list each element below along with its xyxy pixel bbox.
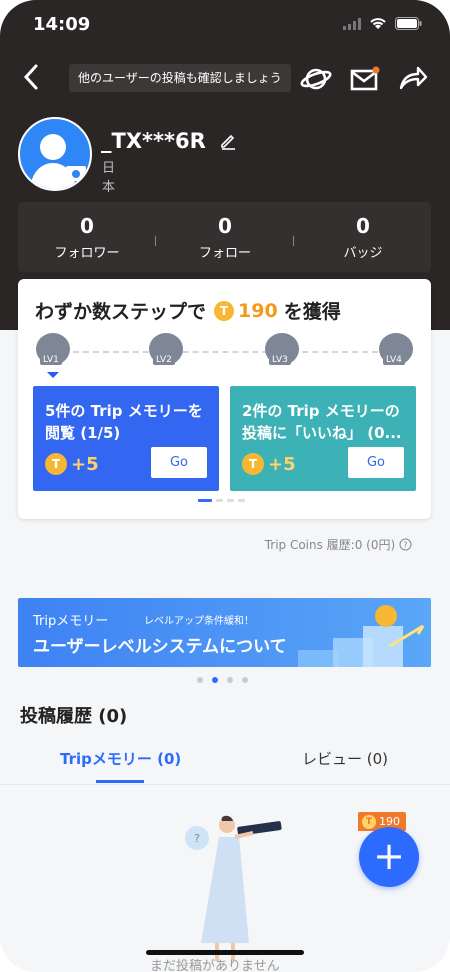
coin-icon: T (214, 300, 235, 321)
stat-following[interactable]: 0 フォロー (160, 214, 290, 261)
status-bar: 14:09 (0, 0, 450, 50)
stat-value: 0 (218, 214, 232, 238)
task-text: 2件の Trip メモリーの投稿に「いいね」 (0... (242, 402, 402, 442)
level-tag: LV2 (153, 355, 175, 365)
reward-amount: 190 (238, 299, 278, 322)
stat-label: バッジ (343, 246, 383, 261)
level-tag: LV1 (40, 355, 62, 365)
task-text: 5件の Trip メモリーを閲覧 (1/5) (45, 402, 203, 442)
reward-card: わずか数ステップで T 190 を獲得 LV1 LV2 LV3 LV4 5件の … (18, 279, 431, 519)
reward-title-prefix: わずか数ステップで (35, 301, 207, 323)
stat-followers[interactable]: 0 フォロワー (22, 214, 152, 261)
stat-badges[interactable]: 0 バッジ (298, 214, 428, 261)
username-text: _TX***6R (101, 129, 206, 153)
coins-history-link[interactable]: Trip Coins 履歴:0 (0円) ? (265, 536, 412, 553)
level-tag: LV4 (383, 355, 405, 365)
stat-label: フォロー (198, 246, 251, 261)
banner-brand: Tripメモリー (33, 614, 109, 629)
tab-indicator (96, 780, 144, 783)
level-tag: LV3 (269, 355, 291, 365)
pager-dot (242, 677, 248, 683)
pager-dot (212, 677, 218, 683)
divider (293, 236, 294, 246)
stat-value: 0 (356, 214, 370, 238)
user-silhouette-icon (30, 134, 86, 189)
home-indicator (146, 950, 304, 955)
avatar[interactable] (18, 117, 92, 191)
pager-dot (238, 499, 245, 502)
task-card-like[interactable]: 2件の Trip メモリーの投稿に「いいね」 (0... T +5 Go (230, 386, 416, 491)
coin-icon: T (242, 453, 264, 475)
pager-dot (198, 499, 212, 502)
pager-dot (197, 677, 203, 683)
task-reward: T +5 (242, 453, 296, 475)
tab-trip-memories[interactable]: Tripメモリー (0) (60, 748, 181, 769)
coin-icon: T (362, 814, 376, 829)
nav-tooltip: 他のユーザーの投稿も確認しましょう (69, 64, 291, 92)
pager-dot (227, 677, 233, 683)
task-card-browse[interactable]: 5件の Trip メモリーを閲覧 (1/5) T +5 Go (33, 386, 219, 491)
pager-dot (216, 499, 223, 502)
level-bus-icon: LV4 (379, 333, 413, 365)
top-nav: 他のユーザーの投稿も確認しましょう (0, 60, 450, 100)
signal-icon (343, 17, 361, 30)
reward-title: わずか数ステップで T 190 を獲得 (35, 297, 341, 324)
planet-icon[interactable] (300, 64, 332, 94)
coin-icon: T (45, 453, 67, 475)
level-line (53, 351, 398, 353)
history-tabs: Tripメモリー (0) レビュー (0) (0, 738, 450, 785)
coins-history-text: Trip Coins 履歴:0 (0円) (264, 538, 396, 552)
current-level-arrow-icon (47, 372, 59, 378)
empty-state-text: まだ投稿がありません (150, 959, 280, 972)
status-icons (343, 17, 422, 30)
go-button[interactable]: Go (348, 447, 404, 478)
wifi-icon (370, 18, 386, 29)
country-label: 日本 (102, 161, 116, 195)
task-reward-value: +5 (268, 453, 296, 475)
telescope-illustration: ? (185, 815, 282, 961)
tab-reviews[interactable]: レビュー (0) (302, 748, 388, 769)
level-scooter-icon: LV3 (265, 333, 299, 365)
stats-bar: 0 フォロワー 0 フォロー 0 バッジ (18, 202, 431, 272)
divider (155, 236, 156, 246)
svg-text:?: ? (194, 832, 200, 845)
promo-banner[interactable]: Tripメモリー レベルアップ条件緩和！ ユーザーレベルシステムについて (18, 598, 431, 667)
edit-icon[interactable] (219, 132, 237, 150)
status-time: 14:09 (33, 14, 91, 35)
post-history-title: 投稿履歴 (0) (20, 706, 128, 727)
pager-dot (227, 499, 234, 502)
stat-label: フォロワー (54, 246, 120, 261)
banner-headline: ユーザーレベルシステムについて (33, 637, 287, 657)
battery-icon (395, 17, 422, 30)
back-arrow-icon[interactable] (18, 62, 46, 92)
task-reward: T +5 (45, 453, 99, 475)
username: _TX***6R (101, 129, 237, 153)
share-icon[interactable] (398, 64, 428, 92)
banner-pager (197, 677, 248, 683)
banner-tag: レベルアップ条件緩和！ (144, 616, 254, 627)
level-bike-icon: LV2 (149, 333, 183, 365)
level-walker-icon: LV1 (36, 333, 70, 365)
svg-text:?: ? (403, 541, 407, 550)
mail-icon[interactable] (350, 66, 380, 92)
task-pager (198, 499, 245, 502)
profile-screen: 14:09 他のユーザーの投稿も確認しましょう _TX***6R 日本 0 フォロ… (0, 0, 450, 972)
stat-value: 0 (80, 214, 94, 238)
go-button[interactable]: Go (151, 447, 207, 478)
help-icon[interactable]: ? (399, 538, 412, 551)
reward-title-suffix: を獲得 (283, 301, 341, 323)
create-post-button[interactable]: + (359, 827, 419, 887)
level-track: LV1 LV2 LV3 LV4 (18, 333, 431, 379)
task-reward-value: +5 (71, 453, 99, 475)
